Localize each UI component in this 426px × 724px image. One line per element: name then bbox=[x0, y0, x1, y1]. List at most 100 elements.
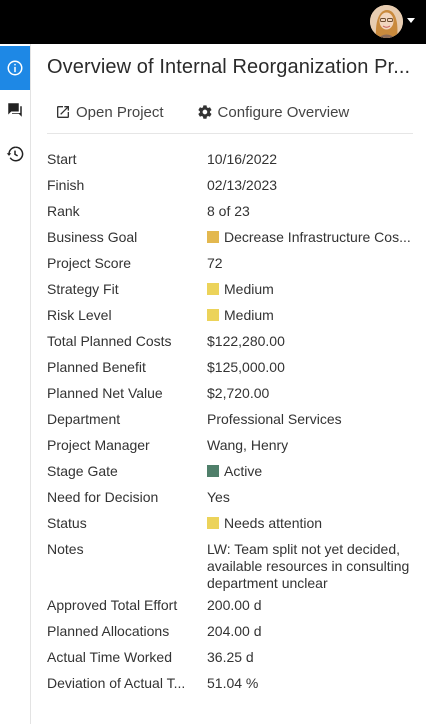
field-value: Medium bbox=[207, 307, 413, 333]
field-value-text: 51.04 % bbox=[207, 675, 259, 691]
field-row: Total Planned Costs $122,280.00 bbox=[47, 333, 413, 359]
field-row: Need for Decision Yes bbox=[47, 489, 413, 515]
user-avatar[interactable] bbox=[370, 5, 403, 38]
field-label: Project Manager bbox=[47, 437, 150, 453]
field-label: Planned Net Value bbox=[47, 385, 163, 401]
field-value-text: 02/13/2023 bbox=[207, 177, 278, 193]
action-bar: Open Project Configure Overview bbox=[55, 102, 382, 122]
field-label: Department bbox=[47, 411, 121, 427]
field-row: Status Needs attention bbox=[47, 515, 413, 541]
field-row: Approved Total Effort 200.00 d bbox=[47, 597, 413, 623]
field-label: Need for Decision bbox=[47, 489, 159, 505]
field-row: Finish 02/13/2023 bbox=[47, 177, 413, 203]
field-value-text: Medium bbox=[224, 307, 274, 323]
field-value: Wang, Henry bbox=[207, 437, 413, 463]
field-label: Risk Level bbox=[47, 307, 112, 323]
field-label: Total Planned Costs bbox=[47, 333, 172, 349]
comments-icon bbox=[8, 103, 22, 117]
field-row: Project Manager Wang, Henry bbox=[47, 437, 413, 463]
field-value: Active bbox=[207, 463, 413, 489]
field-value-text: Needs attention bbox=[224, 515, 323, 531]
field-value-text: 204.00 d bbox=[207, 623, 262, 639]
field-row: Risk Level Medium bbox=[47, 307, 413, 333]
field-row: Notes LW: Team split not yet decided, ava… bbox=[47, 541, 413, 597]
field-row: Planned Allocations 204.00 d bbox=[47, 623, 413, 649]
divider bbox=[47, 133, 413, 134]
history-icon bbox=[6, 146, 24, 162]
field-value: 10/16/2022 bbox=[207, 151, 413, 177]
field-value-text: Yes bbox=[207, 489, 230, 505]
side-rail bbox=[0, 44, 31, 724]
field-label: Planned Allocations bbox=[47, 623, 170, 639]
field-value: 51.04 % bbox=[207, 675, 413, 701]
field-row: Start 10/16/2022 bbox=[47, 151, 413, 177]
field-value: $2,720.00 bbox=[207, 385, 413, 411]
field-value: 72 bbox=[207, 255, 413, 281]
field-value: Medium bbox=[207, 281, 413, 307]
color-swatch-icon bbox=[207, 283, 219, 295]
configure-overview-button[interactable]: Configure Overview bbox=[197, 103, 350, 121]
field-value: 02/13/2023 bbox=[207, 177, 413, 203]
rail-comments-button[interactable] bbox=[0, 88, 30, 132]
field-row: Stage Gate Active bbox=[47, 463, 413, 489]
field-label: Business Goal bbox=[47, 229, 138, 245]
gear-icon bbox=[197, 105, 212, 119]
field-label: Planned Benefit bbox=[47, 359, 146, 375]
field-value-text: $122,280.00 bbox=[207, 333, 285, 349]
field-label: Status bbox=[47, 515, 87, 531]
field-label: Project Score bbox=[47, 255, 132, 271]
field-value: Professional Services bbox=[207, 411, 413, 437]
field-value: LW: Team split not yet decided, availabl… bbox=[207, 541, 413, 597]
info-icon bbox=[7, 60, 23, 76]
field-value: 36.25 d bbox=[207, 649, 413, 675]
field-value: 204.00 d bbox=[207, 623, 413, 649]
open-in-new-icon bbox=[57, 106, 69, 118]
field-value: $125,000.00 bbox=[207, 359, 413, 385]
field-label: Notes bbox=[47, 541, 84, 557]
field-value-text: Active bbox=[224, 463, 263, 479]
field-label: Rank bbox=[47, 203, 80, 219]
field-value-text: 72 bbox=[207, 255, 223, 271]
field-row: Deviation of Actual T... 51.04 % bbox=[47, 675, 413, 701]
field-label: Deviation of Actual T... bbox=[47, 675, 186, 691]
field-value-text: $125,000.00 bbox=[207, 359, 285, 375]
field-value: $122,280.00 bbox=[207, 333, 413, 359]
configure-overview-label: Configure Overview bbox=[217, 103, 350, 121]
color-swatch-icon bbox=[207, 517, 219, 529]
avatar-menu-caret-icon[interactable] bbox=[407, 18, 415, 23]
field-row: Project Score 72 bbox=[47, 255, 413, 281]
color-swatch-icon bbox=[207, 309, 219, 321]
field-value-text: $2,720.00 bbox=[207, 385, 270, 401]
field-row: Actual Time Worked 36.25 d bbox=[47, 649, 413, 675]
field-row: Department Professional Services bbox=[47, 411, 413, 437]
page-title: Overview of Internal Reorganization Pr..… bbox=[47, 56, 411, 78]
top-bar bbox=[0, 0, 426, 44]
field-label: Actual Time Worked bbox=[47, 649, 173, 665]
color-swatch-icon bbox=[207, 231, 219, 243]
field-value-text: Wang, Henry bbox=[207, 437, 289, 453]
field-value-text: 10/16/2022 bbox=[207, 151, 278, 167]
open-project-label: Open Project bbox=[76, 103, 164, 121]
field-row: Planned Benefit $125,000.00 bbox=[47, 359, 413, 385]
field-value-text: 200.00 d bbox=[207, 597, 262, 613]
field-value: 200.00 d bbox=[207, 597, 413, 623]
field-row: Business Goal Decrease Infrastructure Cos… bbox=[47, 229, 413, 255]
field-value-text: 36.25 d bbox=[207, 649, 254, 665]
field-label: Strategy Fit bbox=[47, 281, 119, 297]
field-value: 8 of 23 bbox=[207, 203, 413, 229]
open-project-button[interactable]: Open Project bbox=[55, 104, 164, 121]
field-label: Approved Total Effort bbox=[47, 597, 178, 613]
field-value-text: 8 of 23 bbox=[207, 203, 250, 219]
field-row: Rank 8 of 23 bbox=[47, 203, 413, 229]
rail-history-button[interactable] bbox=[0, 132, 30, 176]
field-label: Start bbox=[47, 151, 77, 167]
field-label: Stage Gate bbox=[47, 463, 118, 479]
field-label: Finish bbox=[47, 177, 85, 193]
field-list: Start 10/16/2022 Finish 02/13/2023 Rank 8 of … bbox=[47, 151, 413, 701]
field-value-text: Decrease Infrastructure Cos... bbox=[224, 229, 411, 245]
field-value: Needs attention bbox=[207, 515, 413, 541]
field-value-text: Medium bbox=[224, 281, 274, 297]
rail-info-button[interactable] bbox=[0, 46, 30, 90]
field-value: Yes bbox=[207, 489, 413, 515]
color-swatch-icon bbox=[207, 465, 219, 477]
